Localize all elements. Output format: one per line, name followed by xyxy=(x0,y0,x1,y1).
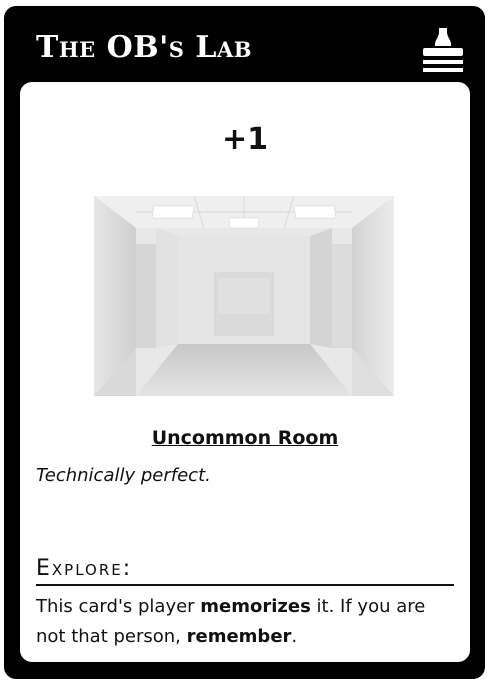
flavor-text: Technically perfect. xyxy=(36,465,211,486)
card-cost: +1 xyxy=(221,122,268,157)
empty-white-room-image xyxy=(94,196,394,396)
rules-text-part: This card's player xyxy=(36,596,201,617)
rules-keyword-remember: remember xyxy=(186,626,292,647)
rules-text: This card's player memorizes it. If you … xyxy=(36,592,456,652)
card-title: The OB's Lab xyxy=(36,30,253,65)
card-frame: The OB's Lab +1 Uncommon Room Technicall… xyxy=(4,6,485,679)
rules-keyword-memorizes: memorizes xyxy=(200,596,311,617)
card-header: The OB's Lab xyxy=(4,6,485,86)
rules-text-part: . xyxy=(291,626,298,647)
card-body: +1 Uncommon Room Technically perfect. Ex… xyxy=(20,82,470,662)
card-type: Uncommon Room xyxy=(151,427,339,449)
stamp-icon xyxy=(423,28,463,72)
explore-heading: Explore: xyxy=(36,554,454,586)
